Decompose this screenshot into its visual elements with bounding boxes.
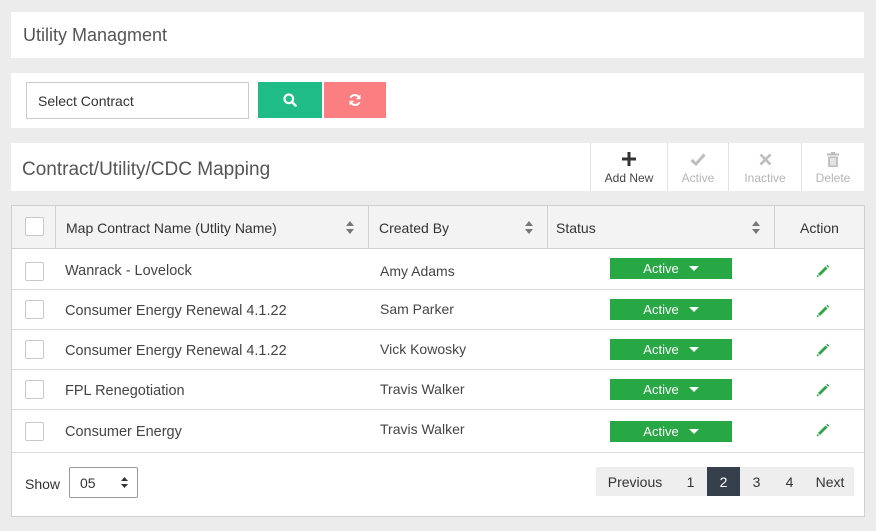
page-4-button[interactable]: 4 <box>773 467 806 496</box>
page-3-button[interactable]: 3 <box>740 467 773 496</box>
status-label: Active <box>643 302 679 317</box>
active-label: Active <box>681 171 715 185</box>
table-row: Consumer Energy Renewal 4.1.22 Vick Kowo… <box>12 330 864 370</box>
page-1-button[interactable]: 1 <box>674 467 707 496</box>
caret-down-icon <box>688 266 699 271</box>
contract-select[interactable]: Select Contract <box>26 82 249 119</box>
delete-button[interactable]: Delete <box>801 143 864 191</box>
show-label: Show <box>25 476 61 492</box>
caret-down-icon <box>688 347 699 352</box>
header-action: Action <box>775 206 864 249</box>
previous-button[interactable]: Previous <box>596 467 674 496</box>
created-by: Amy Adams <box>380 263 455 279</box>
reset-button[interactable] <box>324 82 386 118</box>
contract-name: Consumer Energy <box>65 424 182 440</box>
plus-icon <box>622 151 636 167</box>
mapping-header: Contract/Utility/CDC Mapping Add New Act… <box>11 143 864 191</box>
filter-panel: Select Contract <box>11 73 864 128</box>
contract-name: Wanrack - Lovelock <box>65 263 192 279</box>
search-button[interactable] <box>258 82 322 118</box>
created-by: Travis Walker <box>380 381 465 397</box>
header-created-by-label: Created By <box>379 219 450 236</box>
header-select-cell <box>12 206 56 249</box>
mapping-title: Contract/Utility/CDC Mapping <box>22 159 271 180</box>
trash-icon <box>827 151 839 167</box>
check-icon <box>690 151 706 167</box>
close-icon <box>759 151 772 167</box>
contract-name: Consumer Energy Renewal 4.1.22 <box>65 343 287 359</box>
row-checkbox[interactable] <box>25 422 44 441</box>
status-dropdown[interactable]: Active <box>610 299 732 320</box>
caret-down-icon <box>688 429 699 434</box>
caret-down-icon <box>688 307 699 312</box>
inactive-label: Inactive <box>744 171 786 185</box>
contract-name: Consumer Energy Renewal 4.1.22 <box>65 303 287 319</box>
select-arrows-icon <box>121 477 128 488</box>
status-dropdown[interactable]: Active <box>610 339 732 360</box>
contract-name: FPL Renegotiation <box>65 383 185 399</box>
status-label: Active <box>643 261 679 276</box>
status-label: Active <box>643 424 679 439</box>
created-by: Sam Parker <box>380 301 454 317</box>
header-action-label: Action <box>800 219 839 236</box>
add-new-button[interactable]: Add New <box>590 143 667 191</box>
pencil-icon[interactable] <box>816 304 830 318</box>
caret-down-icon <box>688 387 699 392</box>
created-by: Travis Walker <box>380 421 465 437</box>
status-label: Active <box>643 342 679 357</box>
header-created-by[interactable]: Created By <box>369 206 548 249</box>
pencil-icon[interactable] <box>816 264 830 278</box>
delete-label: Delete <box>815 171 851 185</box>
table-row: Consumer Energy Renewal 4.1.22 Sam Parke… <box>12 290 864 330</box>
header-name-label: Map Contract Name (Utlity Name) <box>66 219 277 236</box>
mapping-table: Map Contract Name (Utlity Name) Created … <box>11 205 865 517</box>
page-title: Utility Managment <box>23 25 168 45</box>
status-dropdown[interactable]: Active <box>610 421 732 442</box>
created-by: Vick Kowosky <box>380 341 467 357</box>
page-size-select[interactable]: 05 <box>69 467 138 498</box>
sort-icon <box>525 221 533 234</box>
row-checkbox[interactable] <box>25 340 44 359</box>
add-new-label: Add New <box>604 171 654 185</box>
table-row: Consumer Energy Travis Walker Active <box>12 410 864 453</box>
status-dropdown[interactable]: Active <box>610 258 732 279</box>
row-checkbox[interactable] <box>25 262 44 281</box>
page-2-button[interactable]: 2 <box>707 467 740 496</box>
pencil-icon[interactable] <box>816 343 830 357</box>
sort-icon <box>752 221 760 234</box>
mapping-panel: Contract/Utility/CDC Mapping Add New Act… <box>11 143 865 517</box>
table-row: Wanrack - Lovelock Amy Adams Active <box>12 250 864 290</box>
page-size-value: 05 <box>80 475 96 491</box>
status-dropdown[interactable]: Active <box>610 379 732 400</box>
refresh-icon <box>349 94 361 106</box>
active-button[interactable]: Active <box>667 143 728 191</box>
table-row: FPL Renegotiation Travis Walker Active <box>12 370 864 410</box>
select-all-checkbox[interactable] <box>25 217 44 236</box>
pencil-icon[interactable] <box>816 383 830 397</box>
header-status-label: Status <box>556 219 596 236</box>
pencil-icon[interactable] <box>816 423 830 437</box>
next-button[interactable]: Next <box>806 467 854 496</box>
row-checkbox[interactable] <box>25 380 44 399</box>
table-header: Map Contract Name (Utlity Name) Created … <box>12 206 864 249</box>
header-status[interactable]: Status <box>548 206 775 249</box>
row-checkbox[interactable] <box>25 300 44 319</box>
table-footer: Show 05 Previous 1 2 3 4 Next <box>12 453 864 516</box>
status-label: Active <box>643 382 679 397</box>
inactive-button[interactable]: Inactive <box>728 143 801 191</box>
sort-icon <box>346 221 354 234</box>
search-icon <box>283 93 297 107</box>
title-panel: Utility Managment <box>11 12 864 58</box>
header-name[interactable]: Map Contract Name (Utlity Name) <box>56 206 369 249</box>
